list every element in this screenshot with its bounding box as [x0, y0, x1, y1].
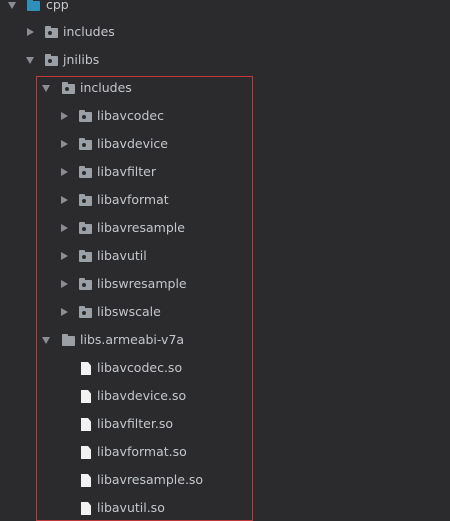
tree-node-file[interactable]: libavdevice.so — [0, 385, 450, 407]
file-icon — [81, 418, 91, 431]
expand-arrow-icon[interactable] — [42, 85, 50, 92]
folder-icon — [79, 278, 92, 290]
tree-node-label: libavcodec.so — [97, 360, 183, 375]
tree-node-file[interactable]: libavutil.so — [0, 497, 450, 519]
collapse-arrow-icon[interactable] — [27, 28, 34, 36]
tree-node-folder[interactable]: libavformat — [0, 189, 450, 211]
collapse-arrow-icon[interactable] — [61, 140, 68, 148]
tree-node-libs-armeabi[interactable]: libs.armeabi-v7a — [0, 329, 450, 351]
tree-node-label: libavdevice — [97, 136, 168, 151]
tree-node-folder[interactable]: libswscale — [0, 301, 450, 323]
tree-node-label: libswresample — [97, 276, 187, 291]
folder-icon — [79, 110, 92, 122]
tree-node-label: libavfilter.so — [97, 416, 174, 431]
expand-arrow-icon[interactable] — [26, 57, 34, 64]
tree-node-label: libavresample — [97, 220, 185, 235]
file-icon — [81, 446, 91, 459]
tree-node-includes[interactable]: includes — [0, 21, 450, 43]
tree-node-label: includes — [63, 24, 115, 39]
collapse-arrow-icon[interactable] — [61, 112, 68, 120]
tree-node-file[interactable]: libavcodec.so — [0, 357, 450, 379]
tree-node-label: libavcodec — [97, 108, 164, 123]
folder-icon — [79, 166, 92, 178]
file-icon — [81, 390, 91, 403]
folder-icon — [79, 222, 92, 234]
collapse-arrow-icon[interactable] — [61, 224, 68, 232]
folder-icon — [79, 194, 92, 206]
collapse-arrow-icon[interactable] — [61, 196, 68, 204]
tree-node-label: libavresample.so — [97, 472, 204, 487]
tree-node-label: libavutil — [97, 248, 147, 263]
tree-node-folder[interactable]: libavutil — [0, 245, 450, 267]
tree-node-file[interactable]: libavformat.so — [0, 441, 450, 463]
expand-arrow-icon[interactable] — [8, 2, 16, 9]
tree-node-folder[interactable]: libswresample — [0, 273, 450, 295]
file-icon — [81, 502, 91, 515]
tree-node-label: libavformat — [97, 192, 169, 207]
folder-icon — [27, 0, 40, 11]
folder-icon — [79, 138, 92, 150]
tree-node-label: libavdevice.so — [97, 388, 187, 403]
tree-node-folder[interactable]: libavresample — [0, 217, 450, 239]
tree-node-label: libavutil.so — [97, 500, 165, 515]
collapse-arrow-icon[interactable] — [61, 252, 68, 260]
tree-node-label: libavformat.so — [97, 444, 187, 459]
folder-icon — [79, 306, 92, 318]
tree-node-jnilibs[interactable]: jnilibs — [0, 49, 450, 71]
project-tree: cpp includes jnilibs includes libavcodec… — [0, 0, 450, 521]
expand-arrow-icon[interactable] — [42, 337, 50, 344]
tree-node-file[interactable]: libavfilter.so — [0, 413, 450, 435]
tree-node-file[interactable]: libavresample.so — [0, 469, 450, 491]
tree-node-folder[interactable]: libavcodec — [0, 105, 450, 127]
tree-node-folder[interactable]: libavfilter — [0, 161, 450, 183]
folder-icon — [45, 54, 58, 66]
folder-icon — [62, 334, 75, 346]
tree-node-label: jnilibs — [63, 52, 100, 67]
collapse-arrow-icon[interactable] — [61, 168, 68, 176]
tree-node-folder[interactable]: libavdevice — [0, 133, 450, 155]
collapse-arrow-icon[interactable] — [61, 308, 68, 316]
file-icon — [81, 474, 91, 487]
tree-node-label: libswscale — [97, 304, 161, 319]
collapse-arrow-icon[interactable] — [61, 280, 68, 288]
tree-node-label: cpp — [46, 0, 69, 12]
file-icon — [81, 362, 91, 375]
tree-node-cpp[interactable]: cpp — [0, 0, 450, 16]
folder-icon — [45, 26, 58, 38]
folder-icon — [62, 82, 75, 94]
folder-icon — [79, 250, 92, 262]
tree-node-jnilibs-includes[interactable]: includes — [0, 77, 450, 99]
tree-node-label: libavfilter — [97, 164, 157, 179]
tree-node-label: includes — [80, 80, 132, 95]
tree-node-label: libs.armeabi-v7a — [80, 332, 185, 347]
